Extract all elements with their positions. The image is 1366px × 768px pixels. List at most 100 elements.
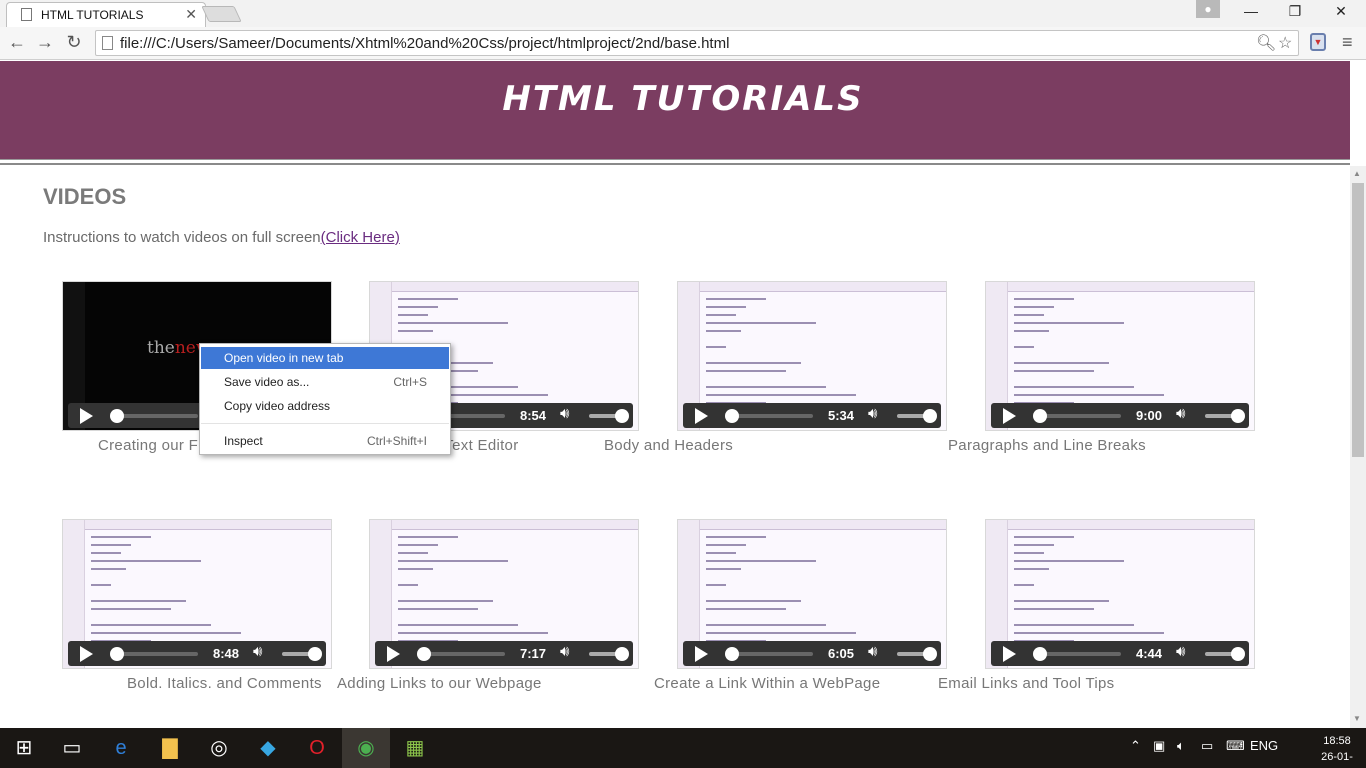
play-icon[interactable] <box>1003 408 1016 424</box>
windows-icon[interactable]: ⊞ <box>0 728 48 768</box>
seek-handle[interactable] <box>1033 647 1047 661</box>
volume-handle[interactable] <box>308 647 322 661</box>
code-line <box>398 584 418 586</box>
media-icon[interactable]: ◎ <box>195 728 243 768</box>
video-player[interactable]: 7:17 🔊︎ <box>369 519 639 669</box>
video-player[interactable]: 6:05 🔊︎ <box>677 519 947 669</box>
url-text[interactable]: file:///C:/Users/Sameer/Documents/Xhtml%… <box>120 35 729 52</box>
address-bar[interactable]: file:///C:/Users/Sameer/Documents/Xhtml%… <box>95 30 1299 56</box>
extension-icon[interactable]: ▼ <box>1310 33 1326 51</box>
seek-handle[interactable] <box>110 409 124 423</box>
tray-chevron-icon[interactable]: ⌃ <box>1130 738 1141 754</box>
code-line <box>1014 600 1109 602</box>
volume-handle[interactable] <box>923 409 937 423</box>
volume-icon[interactable]: 🔊︎ <box>1176 405 1185 422</box>
user-profile-icon[interactable]: ● <box>1196 0 1220 18</box>
language-indicator[interactable]: ENG <box>1250 738 1278 753</box>
clock[interactable]: 18:58 26-01-2016 <box>1312 733 1362 768</box>
video-player[interactable]: 8:48 🔊︎ <box>62 519 332 669</box>
volume-handle[interactable] <box>615 647 629 661</box>
seek-handle[interactable] <box>417 647 431 661</box>
video-player[interactable]: 5:34 🔊︎ <box>677 281 947 431</box>
task-view-icon[interactable]: ▭ <box>48 728 96 768</box>
menu-item-label: Save video as... <box>224 375 310 389</box>
play-icon[interactable] <box>695 408 708 424</box>
tab-close-icon[interactable]: ✕ <box>185 6 197 23</box>
volume-handle[interactable] <box>615 409 629 423</box>
volume-icon[interactable]: 🔊︎ <box>1176 643 1185 660</box>
play-icon[interactable] <box>387 646 400 662</box>
code-line <box>706 608 786 610</box>
volume-icon[interactable]: 🔊︎ <box>560 643 569 660</box>
notepadpp-icon[interactable]: ▦ <box>391 728 439 768</box>
app-icon[interactable]: ◆ <box>244 728 292 768</box>
play-icon[interactable] <box>695 646 708 662</box>
volume-icon[interactable]: 🔊︎ <box>560 405 569 422</box>
code-line <box>706 298 766 300</box>
menu-icon[interactable]: ≡ <box>1342 32 1353 53</box>
seek-bar[interactable] <box>1035 652 1121 656</box>
code-line <box>1014 544 1054 546</box>
keyboard-icon[interactable]: ⌨ <box>1226 738 1245 754</box>
code-line <box>1014 624 1134 626</box>
seek-handle[interactable] <box>725 409 739 423</box>
code-line <box>706 536 766 538</box>
chrome-icon[interactable]: ◉ <box>342 728 390 768</box>
menu-item-open-new-tab[interactable]: Open video in new tab <box>201 347 449 369</box>
code-line <box>1014 298 1074 300</box>
volume-icon[interactable]: 🔊︎ <box>253 643 262 660</box>
restore-button[interactable]: ❐ <box>1272 3 1318 20</box>
menu-item-copy-address[interactable]: Copy video address <box>201 395 449 417</box>
scrollbar-thumb[interactable] <box>1352 183 1364 457</box>
zoom-icon[interactable]: 🔍︎ <box>1256 33 1276 53</box>
back-button[interactable]: ← <box>6 32 28 53</box>
star-icon[interactable]: ☆ <box>1278 33 1292 53</box>
play-icon[interactable] <box>80 646 93 662</box>
video-player[interactable]: 9:00 🔊︎ <box>985 281 1255 431</box>
new-tab-button[interactable] <box>201 6 242 22</box>
code-line <box>706 322 816 324</box>
seek-bar[interactable] <box>1035 414 1121 418</box>
code-line <box>91 584 111 586</box>
browser-toolbar: ← → ↻ file:///C:/Users/Sameer/Documents/… <box>0 27 1366 60</box>
seek-bar[interactable] <box>727 652 813 656</box>
network-icon[interactable]: ▣ <box>1153 738 1165 754</box>
menu-item-inspect[interactable]: Inspect Ctrl+Shift+I <box>201 430 449 452</box>
seek-handle[interactable] <box>1033 409 1047 423</box>
video-caption: Adding Links to our Webpage <box>337 675 542 692</box>
clock-time: 18:58 <box>1323 735 1351 747</box>
context-menu: Open video in new tab Save video as... Ct… <box>199 343 451 455</box>
seek-bar[interactable] <box>112 652 198 656</box>
video-duration: 8:54 <box>520 408 547 423</box>
volume-handle[interactable] <box>1231 409 1245 423</box>
minimize-button[interactable]: — <box>1228 3 1274 19</box>
reload-button[interactable]: ↻ <box>63 32 85 53</box>
scroll-down-arrow-icon[interactable]: ▼ <box>1353 714 1361 723</box>
editor-tab-bar <box>986 282 1254 292</box>
opera-icon[interactable]: O <box>293 728 341 768</box>
seek-bar[interactable] <box>112 414 198 418</box>
play-icon[interactable] <box>1003 646 1016 662</box>
volume-handle[interactable] <box>923 647 937 661</box>
forward-button[interactable]: → <box>34 32 56 53</box>
code-line <box>1014 632 1164 634</box>
seek-bar[interactable] <box>727 414 813 418</box>
video-player[interactable]: 4:44 🔊︎ <box>985 519 1255 669</box>
seek-handle[interactable] <box>725 647 739 661</box>
volume-icon[interactable]: 🔈︎ <box>1177 738 1185 754</box>
volume-handle[interactable] <box>1231 647 1245 661</box>
seek-bar[interactable] <box>419 652 505 656</box>
menu-item-save-video[interactable]: Save video as... Ctrl+S <box>201 371 449 393</box>
edge-icon[interactable]: e <box>97 728 145 768</box>
scroll-up-arrow-icon[interactable]: ▲ <box>1353 169 1361 178</box>
browser-tab[interactable]: HTML TUTORIALS ✕ <box>6 2 206 27</box>
volume-icon[interactable]: 🔊︎ <box>868 643 877 660</box>
file-explorer-icon[interactable]: ▇ <box>146 728 194 768</box>
display-icon[interactable]: ▭ <box>1201 738 1213 754</box>
code-line <box>1014 584 1034 586</box>
close-window-button[interactable]: ✕ <box>1318 3 1364 20</box>
click-here-link[interactable]: (Click Here) <box>321 229 400 246</box>
volume-icon[interactable]: 🔊︎ <box>868 405 877 422</box>
seek-handle[interactable] <box>110 647 124 661</box>
play-icon[interactable] <box>80 408 93 424</box>
